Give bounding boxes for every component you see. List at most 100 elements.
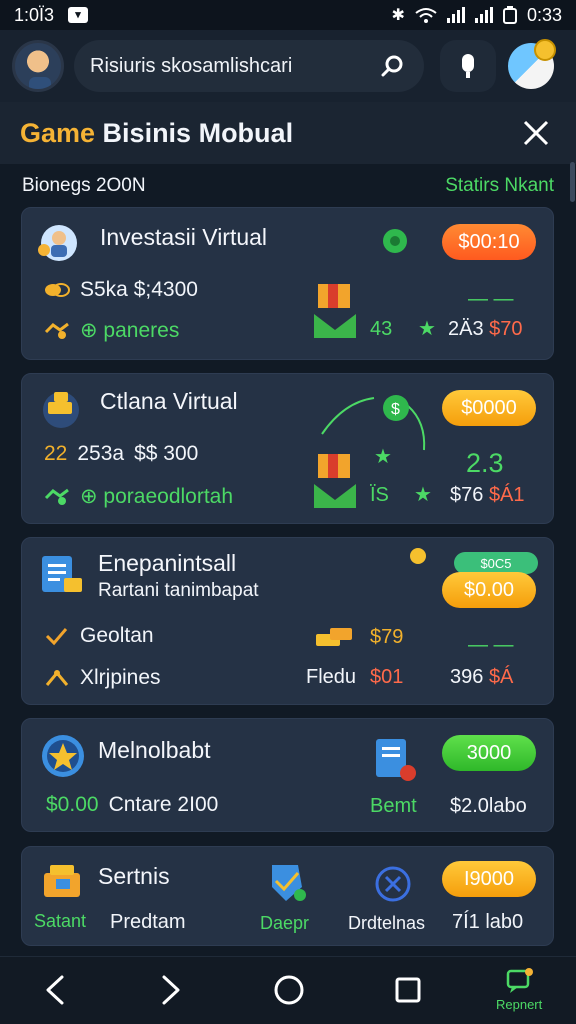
report-nav-label: Repnert <box>496 997 543 1012</box>
coin-icon <box>410 548 426 564</box>
treasure-icon <box>44 865 80 897</box>
business-card-ctlana[interactable]: Ctlana Virtual $ $0000 22 253a $$ 300 ⊕ … <box>21 373 554 524</box>
star-icon: ★ <box>374 446 392 468</box>
signal-2-icon <box>474 7 493 23</box>
card-stat-left: 43 <box>370 318 393 340</box>
card-line-1-text: Geoltan <box>80 624 154 647</box>
card-amount-a: $0.00 <box>46 793 99 816</box>
card-stat-right-b: 7Í1 lab0 <box>452 911 524 933</box>
notification-icon: ▾ <box>68 7 89 23</box>
card-amount-a: 22 <box>44 442 68 465</box>
card-amount-b: 253a <box>77 442 125 465</box>
gold-bars-icon <box>43 392 79 428</box>
document-icon <box>376 739 416 781</box>
card-stat-right: 2Ä3 $70 <box>448 318 523 341</box>
shield-check-icon <box>272 865 306 901</box>
gold-bars-small-icon <box>316 628 352 646</box>
section-header: Bionegs 2O0N Statirs Nkant <box>0 172 576 200</box>
avatar[interactable] <box>12 40 64 92</box>
card-amount: S5ka $;4300 <box>80 278 198 301</box>
gift-crate-icon <box>314 284 356 338</box>
card-stat-gold: $79 <box>370 626 404 648</box>
card-amount-line: 22 253a $$ 300 <box>44 442 198 466</box>
recents-icon[interactable] <box>392 973 424 1007</box>
report-icon <box>42 556 82 592</box>
card-amount-b: Cntare 2I00 <box>108 793 219 816</box>
card-title: Sertnis <box>98 863 170 889</box>
card-value-pill[interactable]: 3000 <box>442 735 536 771</box>
app-header: Risiuris skosamlishcari <box>0 30 576 102</box>
dollar-badge-icon <box>383 229 407 253</box>
cancel-circle-icon[interactable] <box>374 865 412 903</box>
card-title: Investasii Virtual <box>100 224 268 250</box>
mic-button[interactable] <box>440 40 496 92</box>
section-left-label: Bionegs 2O0N <box>22 175 146 196</box>
status-right-time: 0:33 <box>526 4 562 25</box>
card-stat-top: — — <box>468 634 514 656</box>
section-right-label[interactable]: Statirs Nkant <box>445 175 554 197</box>
card-value-pill[interactable]: $0000 <box>442 390 536 426</box>
card-line-1: Geoltan <box>44 624 154 648</box>
card-stat-right-b: $Á <box>488 666 514 688</box>
checkmark-icon <box>45 628 68 646</box>
card-stat-right-a: 396 <box>450 666 484 688</box>
card-status-line: ⊕ poraeodlortah <box>44 484 233 509</box>
business-card-enepanintsall[interactable]: Enepanintsall Rartani tanimbapat $0C5 $0… <box>21 537 554 705</box>
svg-text:$: $ <box>391 401 400 418</box>
back-icon[interactable] <box>40 973 70 1007</box>
card-line-2-text: Xlrjpines <box>80 666 161 689</box>
card-stat-right-a: 2Ä3 <box>448 318 484 340</box>
battery-icon <box>502 6 517 24</box>
card-status-line: ⊕ paneres <box>44 318 179 343</box>
card-stat-mid: Bemt <box>370 795 417 817</box>
mic-icon <box>462 54 474 78</box>
card-stat-right-a: Drdtelnas <box>348 913 426 933</box>
card-amount-c: $$ 300 <box>134 442 199 465</box>
handshake-icon <box>44 488 69 505</box>
forward-icon[interactable] <box>156 973 186 1007</box>
card-stat-right: $2.0labo <box>450 795 527 817</box>
card-stat-mid: Daepr <box>260 913 310 933</box>
card-stat-field: Fledu <box>306 666 357 688</box>
card-line-2: Xlrjpines <box>44 666 161 690</box>
card-status: ⊕ paneres <box>80 319 180 342</box>
star-icon-2: ★ <box>414 484 432 506</box>
handshake-icon <box>44 322 69 339</box>
badge-star-icon <box>42 735 84 777</box>
card-status: ⊕ poraeodlortah <box>80 485 234 508</box>
card-stat-right-b: $Á1 <box>488 484 525 506</box>
card-title: Melnolbabt <box>98 737 211 763</box>
signal-icon <box>446 7 465 23</box>
report-nav-icon <box>506 968 534 993</box>
card-title: Ctlana Virtual <box>100 388 238 414</box>
home-icon[interactable] <box>272 973 306 1007</box>
card-stat-red: $01 <box>370 666 404 688</box>
gift-crate-icon <box>314 454 356 508</box>
status-bar: 1:0Ï3 ▾ ✱ 0:33 <box>0 0 576 30</box>
investor-icon <box>38 225 77 261</box>
wifi-icon <box>415 8 437 23</box>
card-amount-line: S5ka $;4300 <box>44 278 198 302</box>
business-card-melnolbabt[interactable]: Melnolbabt 3000 $0.00 Cntare 2I00 Bemt $… <box>21 718 554 832</box>
card-title: Enepanintsall <box>98 550 237 576</box>
card-value-pill[interactable]: $0.00 <box>442 572 536 608</box>
card-stat-left: ÏS <box>370 484 389 506</box>
search-bar[interactable]: Risiuris skosamlishcari <box>74 40 424 92</box>
coins-icon <box>45 283 70 297</box>
report-nav-button[interactable]: Repnert <box>496 967 542 1012</box>
card-stat-right: 396 $Á <box>450 666 513 689</box>
business-card-sertnis[interactable]: Sertnis I9000 Satant Predtam Daepr Drdte… <box>21 846 554 946</box>
search-icon[interactable] <box>378 51 408 81</box>
card-value-pill[interactable]: $00:10 <box>442 224 536 260</box>
globe-icon[interactable] <box>508 39 556 89</box>
card-stat-right: $76 $Á1 <box>450 484 525 507</box>
close-icon[interactable] <box>516 113 556 153</box>
card-value-pill[interactable]: I9000 <box>442 861 536 897</box>
business-card-investasi[interactable]: Investasii Virtual $00:10 S5ka $;4300 ⊕ … <box>21 207 554 360</box>
card-line-b: Predtam <box>110 911 186 933</box>
search-text: Risiuris skosamlishcari <box>90 54 293 77</box>
card-line-a: Satant <box>34 911 87 931</box>
card-stat-top: — — <box>468 288 514 310</box>
page-title: Game Bisinis Mobual <box>20 118 293 149</box>
card-amount-line: $0.00 Cntare 2I00 <box>46 793 218 817</box>
